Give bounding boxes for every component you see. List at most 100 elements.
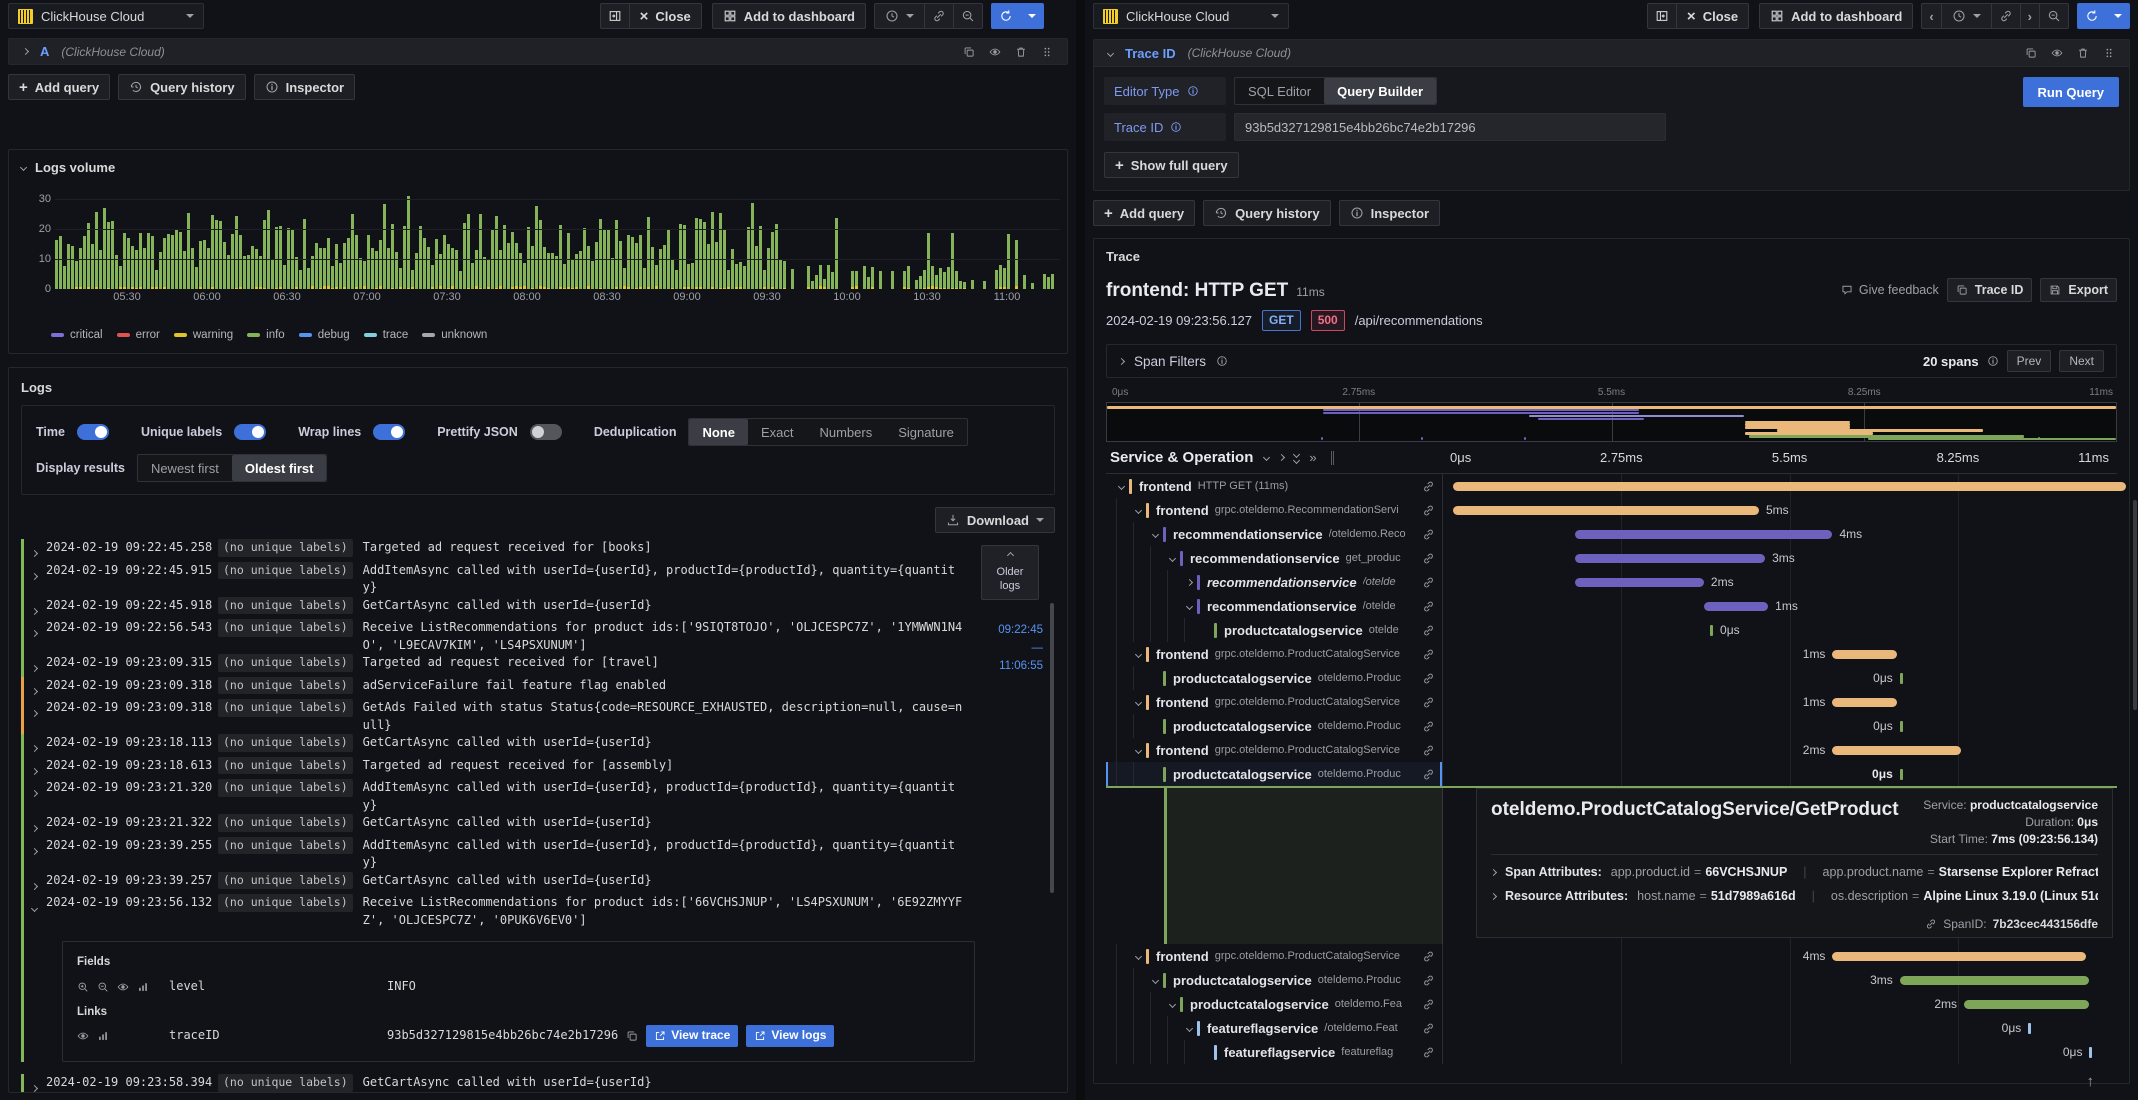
logs-volume-bar[interactable] xyxy=(151,236,154,289)
logs-volume-bar[interactable] xyxy=(535,206,538,289)
span-row-recommendationservice[interactable]: recommendationservice/oteldemo.Reco 4ms xyxy=(1106,522,2117,546)
logs-volume-bar[interactable] xyxy=(779,260,782,289)
query-row-header[interactable]: Trace ID (ClickHouse Cloud) xyxy=(1094,40,2129,67)
logs-volume-bar[interactable] xyxy=(507,243,510,289)
logs-volume-bar[interactable] xyxy=(595,242,598,289)
span-link-icon[interactable] xyxy=(1422,600,1435,613)
log-row[interactable]: 2024-02-19 09:23:09.315 (no unique labels… xyxy=(21,654,1055,677)
span-link-icon[interactable] xyxy=(1422,1046,1435,1059)
logs-volume-bar[interactable] xyxy=(855,271,858,289)
logs-volume-bar[interactable] xyxy=(951,233,954,289)
time-picker-button[interactable] xyxy=(874,3,924,29)
logs-volume-bar[interactable] xyxy=(91,244,94,289)
field-stats-icon[interactable] xyxy=(137,981,149,993)
logs-volume-bar[interactable] xyxy=(819,265,822,289)
copy-trace-id-button[interactable]: Trace ID xyxy=(1946,278,2033,302)
logs-volume-bar[interactable] xyxy=(299,270,302,289)
logs-volume-bar[interactable] xyxy=(663,245,666,289)
column-resize-handle[interactable] xyxy=(1330,450,1334,465)
logs-volume-bar[interactable] xyxy=(771,232,774,289)
logs-volume-bar[interactable] xyxy=(199,241,202,289)
logs-volume-bar[interactable] xyxy=(255,249,258,289)
legend-item-error[interactable]: error xyxy=(116,329,160,341)
logs-volume-bar[interactable] xyxy=(1043,274,1046,289)
share-link-button[interactable] xyxy=(924,3,953,29)
logs-volume-bar[interactable] xyxy=(611,258,614,289)
span-duration-bar[interactable] xyxy=(1575,577,1704,587)
expand-log-icon[interactable] xyxy=(30,619,46,642)
logs-volume-bar[interactable] xyxy=(863,266,866,289)
logs-volume-bar[interactable] xyxy=(971,280,974,289)
log-row[interactable]: 2024-02-19 09:23:21.320 (no unique labels… xyxy=(21,779,1055,814)
unique-labels-toggle[interactable] xyxy=(234,424,267,440)
toggle-field-icon[interactable] xyxy=(77,1030,89,1042)
logs-volume-bar[interactable] xyxy=(643,268,646,289)
logs-volume-bar[interactable] xyxy=(511,232,514,289)
query-collapse-icon[interactable] xyxy=(1106,49,1115,57)
download-button[interactable]: Download xyxy=(934,507,1055,533)
span-row-frontend[interactable]: frontend grpc.oteldemo.RecommendationServ… xyxy=(1106,498,2117,522)
span-duration-bar[interactable] xyxy=(1703,601,1769,611)
logs-volume-bar[interactable] xyxy=(555,256,558,289)
trace-scrollbar[interactable] xyxy=(2133,500,2137,710)
logs-volume-bar[interactable] xyxy=(379,240,382,289)
log-row[interactable]: 2024-02-19 09:23:09.318 (no unique labels… xyxy=(21,676,1055,700)
logs-volume-bar[interactable] xyxy=(587,246,590,289)
collapse-span-icon[interactable] xyxy=(1134,650,1143,658)
logs-volume-chart[interactable]: 0 10 20 30 05:30 06:00 06:30 07:00 07:30 08:00 08:… xyxy=(21,183,1060,315)
logs-volume-bar[interactable] xyxy=(407,196,410,289)
expand-log-icon[interactable] xyxy=(30,677,46,700)
span-duration-bar[interactable] xyxy=(1575,529,1833,539)
duplicate-query-icon[interactable] xyxy=(2025,47,2037,59)
span-duration-bar[interactable] xyxy=(1832,649,1897,659)
log-row[interactable]: 2024-02-19 09:23:39.257 (no unique labels… xyxy=(21,871,1055,894)
logs-volume-bar[interactable] xyxy=(811,281,814,289)
collapse-span-icon[interactable] xyxy=(1185,602,1194,610)
log-row[interactable]: 2024-02-19 09:23:56.132 (no unique labels… xyxy=(30,894,1055,929)
logs-volume-bar[interactable] xyxy=(355,235,358,289)
drag-handle-icon[interactable] xyxy=(2103,47,2115,59)
logs-volume-bar[interactable] xyxy=(763,270,766,289)
logs-volume-bar[interactable] xyxy=(203,240,206,289)
expand-log-icon[interactable] xyxy=(30,757,46,780)
trace-minimap[interactable] xyxy=(1106,402,2117,442)
logs-volume-bar[interactable] xyxy=(559,225,562,289)
logs-volume-bar[interactable] xyxy=(315,243,318,289)
duplicate-query-icon[interactable] xyxy=(963,46,975,58)
logs-volume-bar[interactable] xyxy=(919,276,922,289)
logs-volume-bar[interactable] xyxy=(387,248,390,289)
pane-divider[interactable] xyxy=(1076,0,1085,1100)
logs-volume-bar[interactable] xyxy=(711,212,714,289)
logs-volume-bar[interactable] xyxy=(155,270,158,289)
logs-volume-bar[interactable] xyxy=(131,246,134,289)
toggle-field-icon[interactable] xyxy=(117,981,129,993)
query-collapse-icon[interactable] xyxy=(21,47,30,56)
logs-volume-bar[interactable] xyxy=(423,238,426,289)
span-duration-tick[interactable] xyxy=(2028,1022,2032,1034)
span-row-recommendationservice[interactable]: recommendationservice get_produc 3ms xyxy=(1106,546,2117,570)
resource-attributes-row[interactable]: Resource Attributes: host.name = 51d7989a6… xyxy=(1491,889,2098,903)
span-duration-bar[interactable] xyxy=(1832,951,2087,961)
expand-log-icon[interactable] xyxy=(30,562,46,585)
logs-volume-bar[interactable] xyxy=(687,264,690,289)
logs-volume-bar[interactable] xyxy=(79,248,82,289)
logs-volume-bar[interactable] xyxy=(159,252,162,289)
expand-log-icon[interactable] xyxy=(30,654,46,677)
span-duration-tick[interactable] xyxy=(1899,720,1903,732)
span-row-productcatalogservice[interactable]: productcatalogservice oteldemo.Fea 2ms xyxy=(1106,992,2117,1016)
logs-volume-bar[interactable] xyxy=(195,267,198,289)
expand-log-icon[interactable] xyxy=(30,597,46,620)
query-row-header[interactable]: A (ClickHouse Cloud) xyxy=(8,38,1068,65)
logs-volume-bar[interactable] xyxy=(247,255,250,289)
logs-volume-bar[interactable] xyxy=(827,265,830,289)
logs-volume-bar[interactable] xyxy=(391,224,394,289)
logs-volume-bar[interactable] xyxy=(503,225,506,289)
logs-volume-bar[interactable] xyxy=(683,225,686,289)
expand-all-icon[interactable]: » xyxy=(1309,450,1316,465)
logs-volume-bar[interactable] xyxy=(383,204,386,289)
span-row-productcatalogservice[interactable]: productcatalogservice oteldemo.Produc 0μs xyxy=(1106,762,2117,786)
span-duration-bar[interactable] xyxy=(1832,697,1897,707)
logs-volume-bar[interactable] xyxy=(1015,240,1018,289)
logs-volume-bar[interactable] xyxy=(727,270,730,289)
logs-volume-bar[interactable] xyxy=(191,248,194,289)
